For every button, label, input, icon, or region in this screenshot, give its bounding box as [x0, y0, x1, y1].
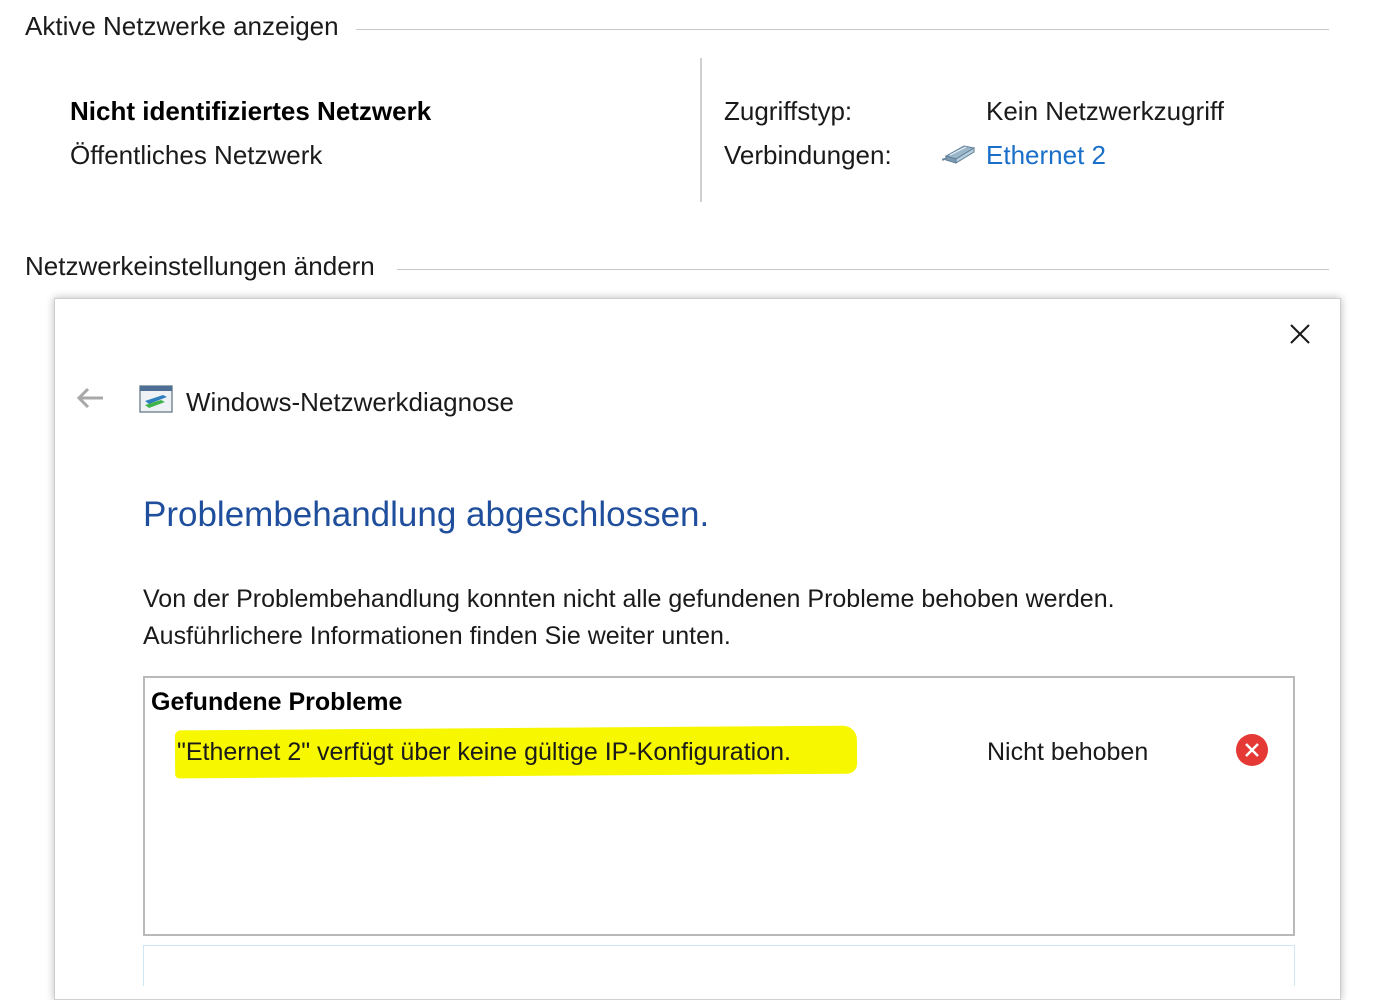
active-networks-section-title: Aktive Netzwerke anzeigen — [25, 11, 339, 41]
network-diagnostics-dialog: Windows-Netzwerkdiagnose Problembehandlu… — [54, 298, 1341, 1000]
access-type-label: Zugriffstyp: — [724, 96, 853, 126]
dialog-app-title: Windows-Netzwerkdiagnose — [186, 387, 515, 417]
close-icon — [1283, 324, 1317, 355]
problem-item-text[interactable]: "Ethernet 2" verfügt über keine gültige … — [177, 738, 791, 767]
dialog-description-line1: Von der Problembehandlung konnten nicht … — [143, 585, 1115, 613]
change-settings-section-title: Netzwerkeinstellungen ändern — [25, 251, 375, 281]
ethernet-2-link[interactable]: Ethernet 2 — [986, 140, 1106, 171]
error-x-icon — [1235, 733, 1269, 767]
network-type: Öffentliches Netzwerk — [70, 140, 323, 170]
problem-item-status: Nicht behoben — [987, 738, 1149, 766]
problems-found-panel: Gefundene Probleme "Ethernet 2" verfügt … — [143, 676, 1295, 936]
dialog-description-line2: Ausführlichere Informationen finden Sie … — [143, 622, 731, 650]
active-networks-divider — [356, 29, 1329, 30]
back-button[interactable] — [75, 385, 107, 411]
close-button[interactable] — [1283, 317, 1317, 351]
dialog-heading: Problembehandlung abgeschlossen. — [143, 495, 710, 534]
network-diagnostics-icon — [139, 385, 173, 413]
change-settings-divider — [397, 269, 1329, 270]
connections-label: Verbindungen: — [724, 140, 892, 170]
details-panel — [143, 945, 1295, 986]
ethernet-adapter-icon — [941, 140, 978, 166]
back-arrow-icon — [75, 387, 107, 415]
access-type-value: Kein Netzwerkzugriff — [986, 96, 1224, 126]
problems-found-header: Gefundene Probleme — [151, 688, 403, 716]
network-name: Nicht identifiziertes Netzwerk — [70, 96, 432, 126]
network-info-divider — [700, 58, 702, 202]
